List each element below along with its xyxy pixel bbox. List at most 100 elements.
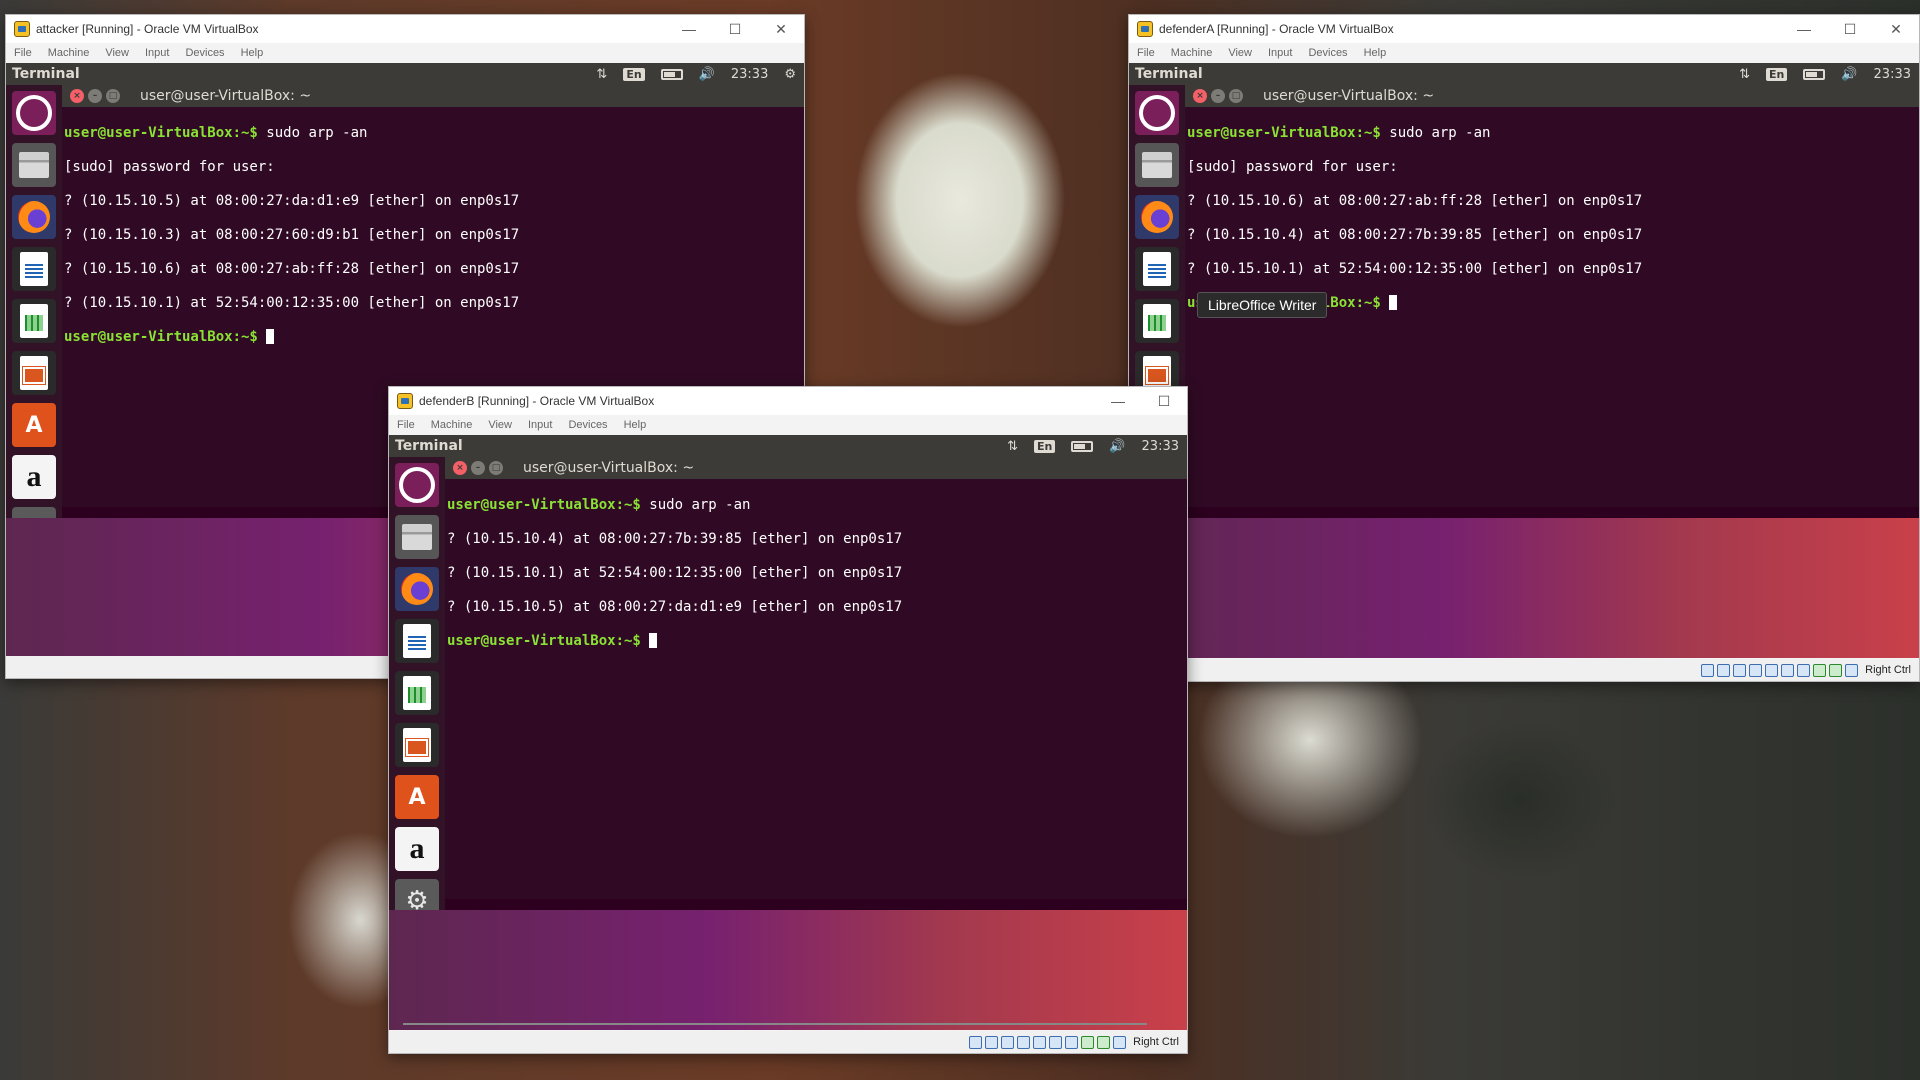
cpu-activity-icon[interactable]	[1097, 1035, 1111, 1049]
menu-file[interactable]: File	[1137, 47, 1155, 59]
terminal-minimize-button[interactable]: –	[88, 89, 102, 103]
display-icon[interactable]	[1797, 663, 1811, 677]
terminal-minimize-button[interactable]: –	[1211, 89, 1225, 103]
usb-icon[interactable]	[1033, 1035, 1047, 1049]
terminal-titlebar[interactable]: × – □ user@user-VirtualBox: ~	[62, 85, 804, 107]
terminal-minimize-button[interactable]: –	[471, 461, 485, 475]
terminal-maximize-button[interactable]: □	[1229, 89, 1243, 103]
libreoffice-writer-icon[interactable]	[1135, 247, 1179, 291]
battery-icon[interactable]	[1803, 68, 1826, 80]
ubuntu-software-icon[interactable]: A	[12, 403, 56, 447]
menu-machine[interactable]: Machine	[431, 419, 473, 431]
menu-view[interactable]: View	[488, 419, 512, 431]
libreoffice-calc-icon[interactable]	[1135, 299, 1179, 343]
keyboard-layout-indicator[interactable]: En	[623, 67, 645, 81]
minimize-button[interactable]: —	[666, 15, 712, 43]
libreoffice-impress-icon[interactable]	[12, 351, 56, 395]
mouse-integration-icon[interactable]	[1845, 663, 1859, 677]
files-icon[interactable]	[395, 515, 439, 559]
ubuntu-dash-icon[interactable]	[395, 463, 439, 507]
terminal-close-button[interactable]: ×	[1193, 89, 1207, 103]
vm-window-defenderB[interactable]: defenderB [Running] - Oracle VM VirtualB…	[388, 386, 1188, 1054]
files-icon[interactable]	[1135, 143, 1179, 187]
shared-folders-icon[interactable]	[1049, 1035, 1063, 1049]
terminal-maximize-button[interactable]: □	[489, 461, 503, 475]
ubuntu-dash-icon[interactable]	[1135, 91, 1179, 135]
terminal-close-button[interactable]: ×	[70, 89, 84, 103]
menu-input[interactable]: Input	[145, 47, 169, 59]
terminal-titlebar[interactable]: × – □ user@user-VirtualBox: ~	[1185, 85, 1919, 107]
clock[interactable]: 23:33	[1874, 67, 1911, 82]
menu-input[interactable]: Input	[1268, 47, 1292, 59]
vm-titlebar[interactable]: defenderB [Running] - Oracle VM VirtualB…	[389, 387, 1187, 415]
minimize-button[interactable]: —	[1781, 15, 1827, 43]
hard-disk-icon[interactable]	[969, 1035, 983, 1049]
ubuntu-dash-icon[interactable]	[12, 91, 56, 135]
network-adapter-icon[interactable]	[1749, 663, 1763, 677]
menu-help[interactable]: Help	[1364, 47, 1387, 59]
network-icon[interactable]: ⇅	[1007, 439, 1018, 454]
close-button[interactable]: ✕	[1873, 15, 1919, 43]
volume-icon[interactable]: 🔊	[1109, 439, 1125, 454]
menu-devices[interactable]: Devices	[185, 47, 224, 59]
terminal-close-button[interactable]: ×	[453, 461, 467, 475]
amazon-icon[interactable]: a	[12, 455, 56, 499]
guest-screen[interactable]: Terminal ⇅ En 🔊 23:33 A a ⚙ >_ ×	[389, 435, 1187, 1030]
firefox-icon[interactable]	[1135, 195, 1179, 239]
network-icon[interactable]: ⇅	[1739, 67, 1750, 82]
amazon-icon[interactable]: a	[395, 827, 439, 871]
firefox-icon[interactable]	[12, 195, 56, 239]
libreoffice-impress-icon[interactable]	[395, 723, 439, 767]
menu-help[interactable]: Help	[241, 47, 264, 59]
keyboard-layout-indicator[interactable]: En	[1033, 439, 1056, 453]
minimize-button[interactable]: —	[1095, 387, 1141, 415]
clock[interactable]: 23:33	[731, 67, 768, 82]
recording-icon[interactable]	[1081, 1035, 1095, 1049]
network-icon[interactable]: ⇅	[596, 67, 607, 82]
terminal-titlebar[interactable]: × – □ user@user-VirtualBox: ~	[445, 457, 1187, 479]
keyboard-layout-indicator[interactable]: En	[1765, 67, 1788, 81]
terminal-maximize-button[interactable]: □	[106, 89, 120, 103]
battery-icon[interactable]	[660, 68, 683, 80]
menu-machine[interactable]: Machine	[48, 47, 90, 59]
menu-input[interactable]: Input	[528, 419, 552, 431]
maximize-button[interactable]: ☐	[1141, 387, 1187, 415]
audio-icon[interactable]	[1001, 1035, 1015, 1049]
menu-devices[interactable]: Devices	[1308, 47, 1347, 59]
menu-help[interactable]: Help	[624, 419, 647, 431]
maximize-button[interactable]: ☐	[1827, 15, 1873, 43]
hard-disk-icon[interactable]	[1701, 663, 1715, 677]
horizontal-scrollbar[interactable]	[403, 1023, 1147, 1025]
clock[interactable]: 23:33	[1142, 439, 1179, 454]
close-button[interactable]: ✕	[758, 15, 804, 43]
optical-drive-icon[interactable]	[1717, 663, 1731, 677]
menu-file[interactable]: File	[14, 47, 32, 59]
menu-view[interactable]: View	[1228, 47, 1252, 59]
audio-icon[interactable]	[1733, 663, 1747, 677]
vm-window-defenderA[interactable]: defenderA [Running] - Oracle VM VirtualB…	[1128, 14, 1920, 682]
ubuntu-software-icon[interactable]: A	[395, 775, 439, 819]
cpu-activity-icon[interactable]	[1829, 663, 1843, 677]
menu-view[interactable]: View	[105, 47, 129, 59]
usb-icon[interactable]	[1765, 663, 1779, 677]
network-adapter-icon[interactable]	[1017, 1035, 1031, 1049]
volume-icon[interactable]: 🔊	[1841, 67, 1857, 82]
mouse-integration-icon[interactable]	[1113, 1035, 1127, 1049]
guest-screen[interactable]: Terminal ⇅ En 🔊 23:33 A a ⚙ >_ ×	[1129, 63, 1919, 658]
libreoffice-writer-icon[interactable]	[12, 247, 56, 291]
files-icon[interactable]	[12, 143, 56, 187]
recording-icon[interactable]	[1813, 663, 1827, 677]
optical-drive-icon[interactable]	[985, 1035, 999, 1049]
libreoffice-writer-icon[interactable]	[395, 619, 439, 663]
vm-titlebar[interactable]: attacker [Running] - Oracle VM VirtualBo…	[6, 15, 804, 43]
shared-folders-icon[interactable]	[1781, 663, 1795, 677]
menu-file[interactable]: File	[397, 419, 415, 431]
battery-icon[interactable]	[1071, 440, 1094, 452]
display-icon[interactable]	[1065, 1035, 1079, 1049]
firefox-icon[interactable]	[395, 567, 439, 611]
terminal-output[interactable]: user@user-VirtualBox:~$ sudo arp -an ? (…	[445, 479, 1187, 899]
libreoffice-calc-icon[interactable]	[12, 299, 56, 343]
maximize-button[interactable]: ☐	[712, 15, 758, 43]
menu-machine[interactable]: Machine	[1171, 47, 1213, 59]
volume-icon[interactable]: 🔊	[699, 67, 715, 82]
